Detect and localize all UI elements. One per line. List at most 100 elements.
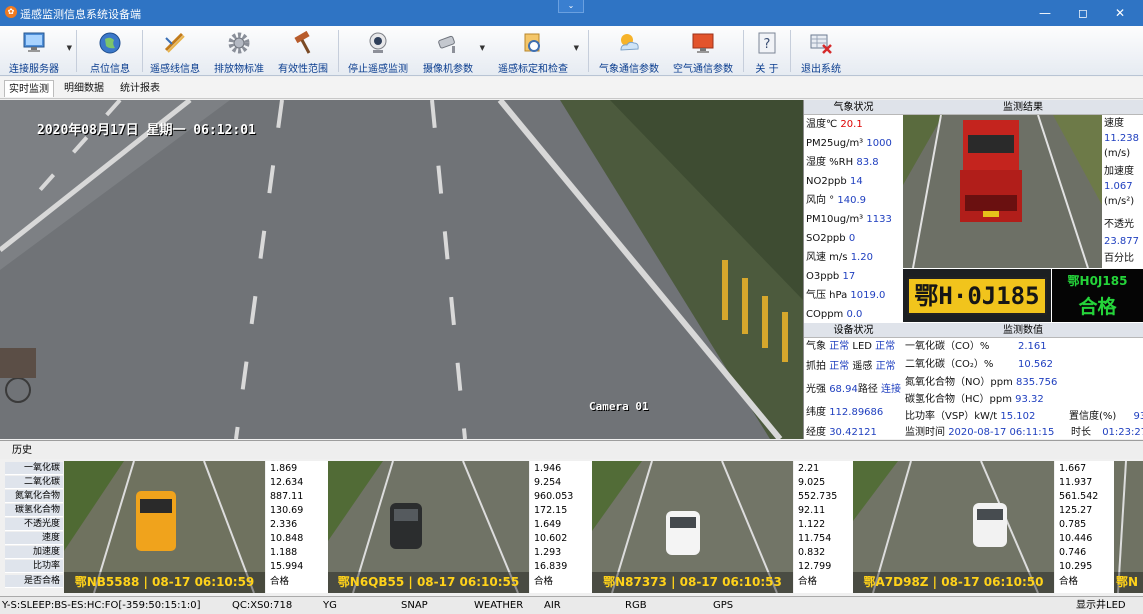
vsp-label: 比功率（VSP）kW/t (905, 411, 998, 422)
history-record[interactable]: 鄂A7D98Z | 08-17 06:10:50 1.667 11.937 56… (853, 461, 1117, 593)
plate-image[interactable]: 鄂H·0J185 (903, 269, 1051, 322)
weather-row: NO2ppb 14 (806, 172, 863, 191)
dropdown-arrow-icon[interactable]: ▼ (574, 44, 579, 52)
device-value: 30.42121 (829, 427, 877, 438)
device-label: 光强 (806, 384, 826, 395)
tab-realtime[interactable]: 实时监测 (4, 80, 54, 97)
history-snapshot[interactable]: 鄂N (1114, 461, 1143, 593)
history-snapshot[interactable]: 鄂N6QB55 | 08-17 06:10:55 (328, 461, 529, 593)
device-label: 纬度 (806, 407, 826, 418)
video-timestamp: 2020年08月17日 星期一 06:12:01 (37, 123, 256, 138)
history-label: 氮氧化合物 (5, 490, 63, 503)
emission-standard-label: 排放物标准 (214, 64, 264, 75)
history-caption: 鄂A7D98Z | 08-17 06:10:50 (853, 572, 1054, 593)
calibration-button[interactable]: 遥感标定和检查 ▼ (495, 28, 579, 75)
device-row: 光强 68.94路径 连接 (806, 381, 901, 399)
weather-value: 17 (842, 271, 856, 282)
validity-range-button[interactable]: 有效性范围 (275, 28, 331, 75)
weather-label: COppm (806, 309, 844, 320)
remote-line-info-button[interactable]: 遥感线信息 (147, 28, 203, 75)
history-record[interactable]: 鄂N87373 | 08-17 06:10:53 2.21 9.025 552.… (592, 461, 856, 593)
connect-server-button[interactable]: 连接服务器 ▼ (4, 28, 72, 75)
site-info-button[interactable]: 点位信息 (84, 28, 136, 75)
tab-statistics[interactable]: 统计报表 (116, 80, 164, 97)
weather-row: SO2ppb 0 (806, 229, 855, 248)
history-record[interactable]: 鄂NB5588 | 08-17 06:10:59 1.869 12.634 88… (64, 461, 328, 593)
device-value: 68.94 (829, 384, 858, 395)
toolbar-separator (76, 30, 77, 72)
status-item: AIR (544, 600, 561, 611)
history-label: 速度 (5, 532, 63, 545)
weather-comm-label: 气象通信参数 (599, 64, 659, 75)
emission-standard-button[interactable]: 排放物标准 (211, 28, 267, 75)
about-label: 关 于 (755, 64, 779, 75)
history-values: 1.869 12.634 887.11 130.69 2.336 10.848 … (266, 461, 328, 593)
confidence-number: 93 (1133, 411, 1143, 422)
dropdown-arrow-icon[interactable]: ▼ (480, 44, 485, 52)
stop-monitoring-button[interactable]: 停止遥感监测 (345, 28, 411, 75)
title-bar: ✿ 遥感监测信息系统设备端 ⌄ — ◻ ✕ (0, 0, 1143, 26)
history-record[interactable]: 鄂N6QB55 | 08-17 06:10:55 1.946 9.254 960… (328, 461, 592, 593)
co-number: 2.161 (1018, 341, 1047, 352)
history-label: 一氧化碳 (5, 462, 63, 475)
hc-number: 93.32 (1015, 394, 1044, 405)
title-dropdown-button[interactable]: ⌄ (558, 0, 584, 13)
weather-row: 气压 hPa 1019.0 (806, 286, 885, 305)
line-tool-icon (164, 32, 185, 53)
connect-server-label: 连接服务器 (9, 64, 59, 75)
weather-row: 温度℃ 20.1 (806, 115, 863, 134)
speed-unit: (m/s) (1104, 148, 1131, 159)
remote-line-info-label: 遥感线信息 (150, 64, 200, 75)
history-value: 1.667 (1059, 463, 1087, 474)
weather-label: 湿度 %RH (806, 157, 854, 168)
history-record[interactable]: 鄂N (1114, 461, 1143, 593)
history-label: 是否合格 (5, 575, 63, 588)
weather-comm-button[interactable]: 气象通信参数 (596, 28, 662, 75)
weather-row: O3ppb 17 (806, 267, 855, 286)
camera-params-button[interactable]: 摄像机参数 ▼ (419, 28, 485, 75)
minimize-button[interactable]: — (1033, 4, 1057, 22)
no-label: 氮氧化合物（NO）ppm (905, 377, 1013, 388)
history-value: 2.336 (270, 519, 298, 530)
weather-label: SO2ppb (806, 233, 846, 244)
history-value: 12.799 (798, 561, 832, 572)
exit-system-button[interactable]: 退出系统 (796, 28, 846, 75)
dropdown-arrow-icon[interactable]: ▼ (67, 44, 72, 52)
history-snapshot[interactable]: 鄂NB5588 | 08-17 06:10:59 (64, 461, 265, 593)
duration-value: 01:23:27 (1102, 427, 1143, 438)
history-value: 1.188 (270, 547, 298, 558)
history-snapshot[interactable]: 鄂N87373 | 08-17 06:10:53 (592, 461, 793, 593)
camera-label: Camera 01 (589, 400, 649, 413)
live-video[interactable]: 2020年08月17日 星期一 06:12:01 Camera 01 (0, 100, 803, 439)
no-row: 氮氧化合物（NO）ppm 835.756 (905, 374, 1057, 392)
weather-row: 风向 ° 140.9 (806, 191, 866, 210)
history-caption: 鄂N6QB55 | 08-17 06:10:55 (328, 572, 529, 593)
history-value: 合格 (1059, 576, 1079, 587)
co2-label: 二氧化碳（CO₂）% (905, 359, 994, 370)
weather-icon (620, 34, 639, 51)
help-icon: ? (758, 32, 776, 54)
device-label: 路径 (857, 384, 878, 395)
no-number: 835.756 (1015, 377, 1058, 388)
device-value: 正常 (829, 361, 850, 372)
gear-icon (228, 32, 250, 54)
maximize-button[interactable]: ◻ (1071, 4, 1095, 22)
history-snapshot[interactable]: 鄂A7D98Z | 08-17 06:10:50 (853, 461, 1054, 593)
close-button[interactable]: ✕ (1108, 4, 1132, 22)
status-item: SNAP (401, 600, 428, 611)
tab-detail-data[interactable]: 明细数据 (60, 80, 108, 97)
hc-row: 碳氢化合物（HC）ppm 93.32 (905, 391, 1044, 409)
history-caption: 鄂N (1114, 572, 1143, 593)
validity-range-label: 有效性范围 (278, 64, 328, 75)
about-button[interactable]: ? 关 于 (750, 28, 784, 75)
history-value: 0.785 (1059, 519, 1087, 530)
air-comm-button[interactable]: 空气通信参数 (670, 28, 736, 75)
weather-label: 温度℃ (806, 119, 838, 130)
device-value: 正常 (875, 341, 896, 352)
co-label: 一氧化碳（CO）% (905, 341, 990, 352)
device-label: 气象 (806, 341, 826, 352)
vehicle-snapshot[interactable] (903, 115, 1102, 268)
opacity-label: 不透光 (1104, 219, 1134, 230)
air-comm-label: 空气通信参数 (673, 64, 733, 75)
weather-value: 1.20 (850, 252, 873, 263)
